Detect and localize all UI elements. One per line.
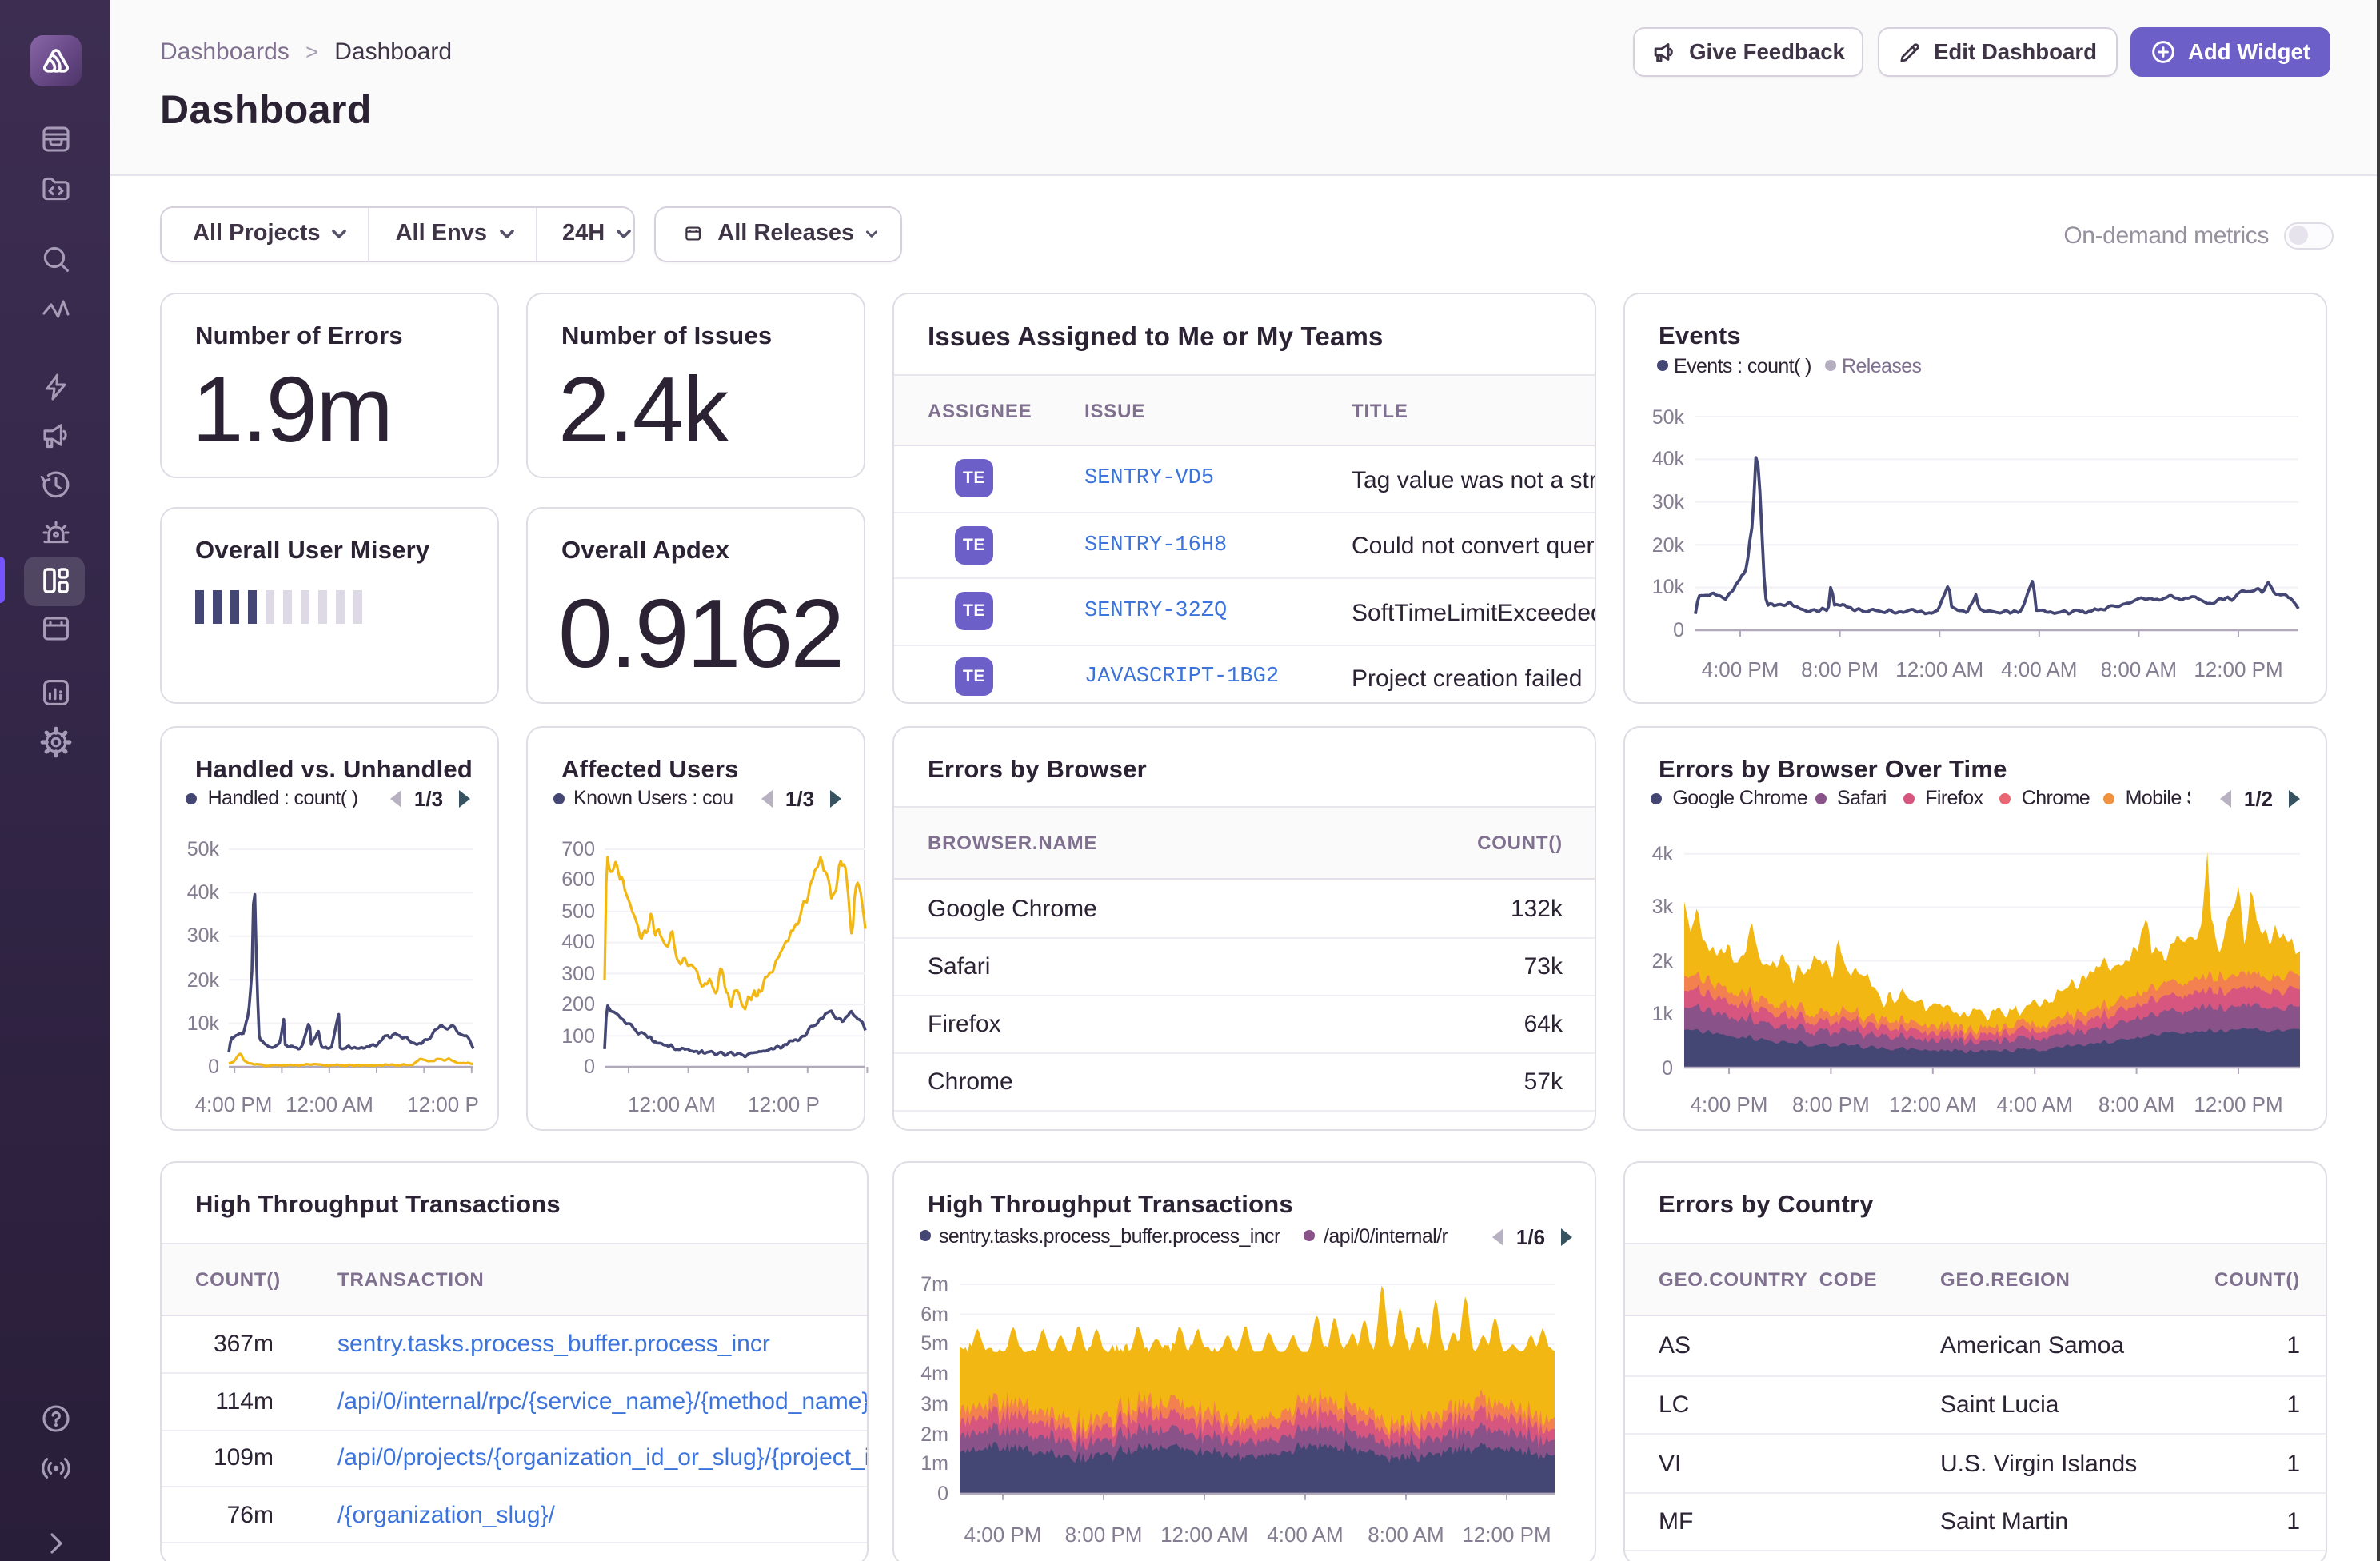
svg-text:1/3: 1/3	[414, 787, 443, 811]
svg-text:1/2: 1/2	[2244, 787, 2273, 811]
svg-text:1/3: 1/3	[785, 787, 814, 811]
svg-text:1/6: 1/6	[1516, 1224, 1545, 1248]
